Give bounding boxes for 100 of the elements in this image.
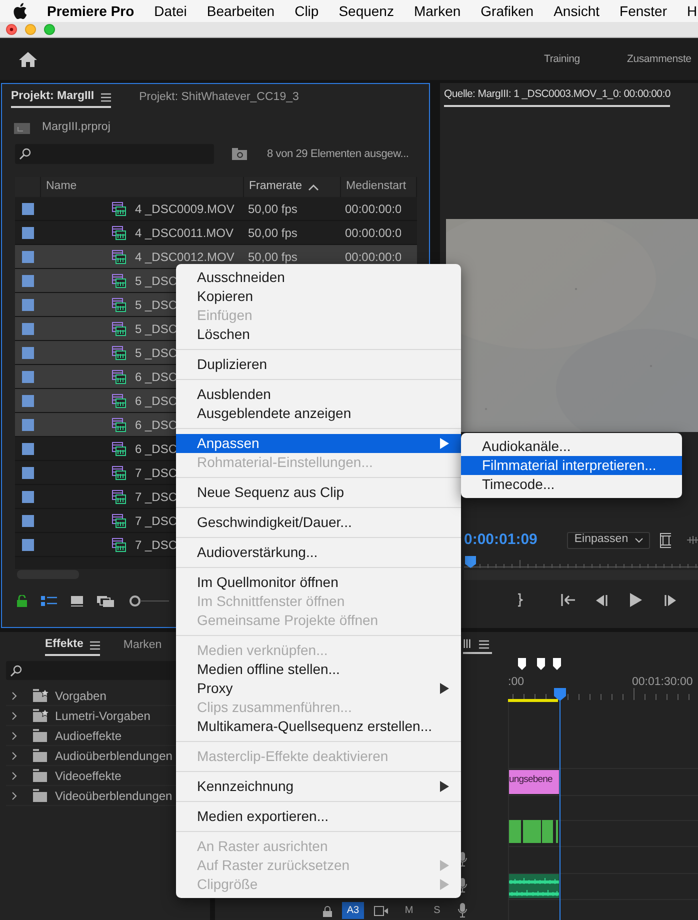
label-color-swatch[interactable] [22, 250, 34, 262]
go-to-in-icon[interactable] [561, 594, 576, 606]
icon-view-icon[interactable] [71, 596, 83, 606]
find-bin-icon[interactable] [232, 148, 247, 160]
marker-icon[interactable] [553, 658, 561, 670]
menu-item[interactable]: Audiokanäle... [461, 437, 682, 456]
menu-bar-item[interactable]: Fenster [620, 0, 667, 22]
label-color-swatch[interactable] [22, 394, 34, 406]
step-forward-icon[interactable] [664, 594, 676, 606]
menu-item[interactable]: Ausschneiden [176, 268, 461, 287]
label-color-swatch[interactable] [22, 370, 34, 382]
label-color-swatch[interactable] [22, 274, 34, 286]
zoom-dropdown[interactable]: Einpassen [567, 532, 650, 548]
lock-icon[interactable] [323, 906, 332, 917]
folder-up-icon[interactable] [14, 122, 30, 134]
panel-tab[interactable]: Marken [123, 636, 162, 656]
menu-item[interactable]: Audioverstärkung... [176, 543, 461, 562]
list-view-icon[interactable] [41, 596, 57, 606]
menu-bar-item[interactable]: Premiere Pro [47, 0, 134, 22]
panel-menu-icon[interactable] [90, 640, 100, 650]
menu-bar-item[interactable]: Bearbeiten [206, 0, 275, 22]
menu-bar-item[interactable]: Ansicht [554, 0, 600, 22]
video-clip[interactable] [542, 820, 553, 843]
zoom-button[interactable] [44, 24, 55, 35]
menu-item[interactable]: Ausgeblendete anzeigen [176, 404, 461, 423]
video-clip[interactable] [523, 820, 541, 843]
mark-out-icon[interactable] [517, 593, 523, 607]
menu-bar-item[interactable]: H [686, 0, 698, 22]
menu-bar-item[interactable]: Marken [414, 0, 461, 22]
menu-bar-item[interactable]: Datei [154, 0, 187, 22]
panel-menu-icon[interactable] [101, 92, 112, 102]
menu-item[interactable]: Filmmaterial interpretieren... [461, 456, 682, 475]
expand-chevron-icon[interactable] [11, 792, 19, 800]
menu-item[interactable]: Timecode... [461, 475, 682, 494]
label-color-swatch[interactable] [22, 226, 34, 238]
track-toggle[interactable]: M [403, 902, 415, 919]
panel-tab[interactable]: Projekt: ShitWhatever_CC19_3 [139, 88, 299, 108]
chevron-down-icon [634, 538, 643, 542]
lock-icon[interactable] [17, 595, 27, 607]
menu-item[interactable]: Löschen [176, 325, 461, 344]
film-icon[interactable] [374, 906, 388, 916]
playhead-icon[interactable] [554, 688, 566, 920]
freeform-view-icon[interactable] [97, 596, 115, 606]
column-header[interactable]: Medienstart [346, 178, 406, 196]
zoom-slider-icon[interactable] [129, 595, 169, 607]
menu-item[interactable]: Medien exportieren... [176, 807, 461, 826]
column-header[interactable]: Name [46, 178, 77, 196]
apple-logo-icon[interactable] [13, 3, 27, 19]
menu-item[interactable]: Ausblenden [176, 385, 461, 404]
workspace-tab[interactable]: Training [544, 52, 580, 68]
panel-tab[interactable]: lll [463, 636, 492, 654]
expand-chevron-icon[interactable] [11, 772, 19, 780]
marker-icon[interactable] [537, 658, 545, 670]
menu-item[interactable]: Duplizieren [176, 355, 461, 374]
adjustment-layer-clip[interactable]: ungsebene [509, 770, 559, 794]
expand-chevron-icon[interactable] [11, 692, 19, 700]
microphone-icon[interactable] [458, 903, 467, 918]
label-color-swatch[interactable] [22, 298, 34, 310]
label-color-swatch[interactable] [22, 442, 34, 454]
label-color-swatch[interactable] [22, 346, 34, 358]
menu-bar-item[interactable]: Sequenz [338, 0, 394, 22]
panel-tab[interactable]: Quelle: MargIII: 1 _DSC0003.MOV_1_0: 00:00:00:0 [444, 87, 670, 107]
track-toggle[interactable]: A3 [342, 902, 364, 919]
search-field[interactable] [15, 144, 214, 164]
menu-item[interactable]: Kopieren [176, 287, 461, 306]
marker-icon[interactable] [518, 658, 526, 670]
label-color-swatch[interactable] [22, 538, 34, 550]
close-button[interactable] [6, 24, 17, 35]
menu-item[interactable]: Medien offline stellen... [176, 660, 461, 679]
label-color-swatch[interactable] [22, 466, 34, 478]
track-toggle[interactable]: S [431, 902, 443, 919]
panel-menu-icon[interactable] [479, 640, 489, 648]
playhead-icon[interactable] [465, 556, 476, 568]
panel-tab[interactable]: Projekt: MargIII [11, 88, 112, 108]
audio-waveform-icon[interactable] [686, 536, 698, 544]
menu-bar-item[interactable]: Grafiken [480, 0, 534, 22]
label-color-swatch[interactable] [22, 418, 34, 430]
menu-item[interactable]: Neue Sequenz aus Clip [176, 483, 461, 502]
label-color-swatch[interactable] [22, 490, 34, 502]
timecode-display[interactable]: 0:00:01:09 [464, 528, 538, 552]
sort-ascending-icon[interactable] [308, 184, 320, 190]
home-icon[interactable] [19, 52, 37, 67]
film-icon[interactable] [660, 532, 671, 548]
label-color-swatch[interactable] [22, 202, 34, 214]
expand-chevron-icon[interactable] [11, 752, 19, 760]
play-icon[interactable] [630, 593, 642, 607]
expand-chevron-icon[interactable] [11, 712, 19, 720]
label-color-swatch[interactable] [22, 322, 34, 334]
step-back-icon[interactable] [596, 594, 608, 606]
menu-item[interactable]: Geschwindigkeit/Dauer... [176, 513, 461, 532]
audio-clip[interactable] [509, 874, 559, 898]
workspace-tab[interactable]: Zusammenste [627, 52, 692, 68]
menu-bar-item[interactable]: Clip [294, 0, 319, 22]
panel-tab[interactable]: Effekte [45, 636, 100, 656]
expand-chevron-icon[interactable] [11, 732, 19, 740]
column-header[interactable]: Framerate [249, 178, 302, 196]
menu-item[interactable]: Anpassen [176, 434, 461, 453]
video-clip[interactable] [509, 820, 521, 843]
label-color-swatch[interactable] [22, 514, 34, 526]
menu-item[interactable]: Im Quellmonitor öffnen [176, 573, 461, 592]
